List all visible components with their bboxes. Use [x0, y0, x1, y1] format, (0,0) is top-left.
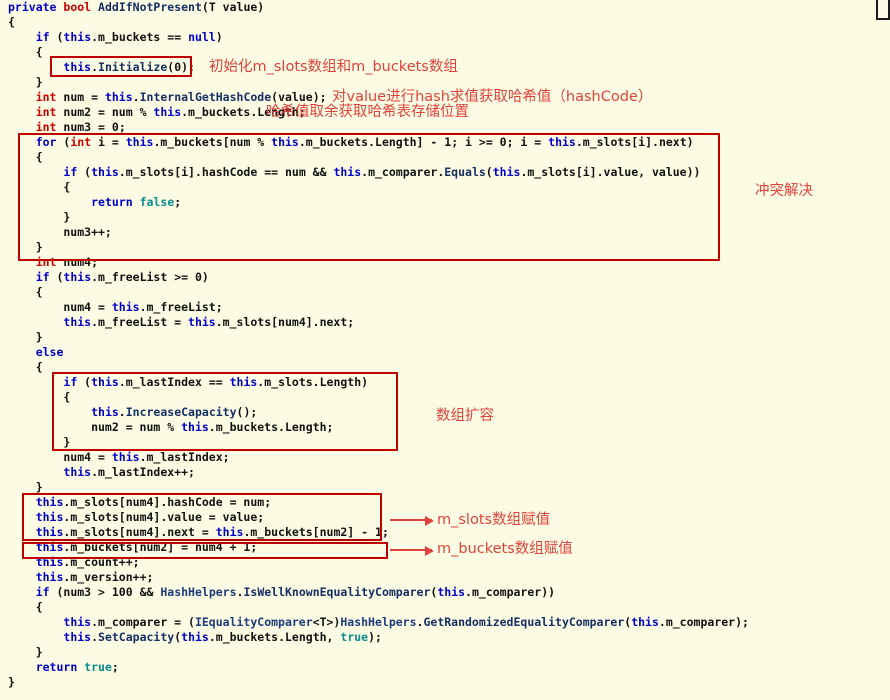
code-line: this.m_freeList = this.m_slots[num4].nex… [63, 315, 355, 329]
code-line: this.m_count++; [35, 555, 140, 569]
arrow-to-slots-assign [390, 516, 434, 526]
code-line: } [8, 480, 43, 494]
code-line: if (this.m_slots[i].hashCode == num && t… [63, 165, 701, 179]
annotation-slots-assign: m_slots数组赋值 [437, 512, 551, 528]
code-line: } [8, 675, 15, 689]
code-line: num4 = this.m_lastIndex; [8, 450, 230, 464]
code-line: } [8, 75, 43, 89]
annotation-modulo: 哈希值取余获取哈希表存储位置 [266, 104, 469, 120]
code-line: if (num3 > 100 && HashHelpers.IsWellKnow… [35, 585, 556, 599]
code-line: return true; [35, 660, 119, 674]
code-line: this.Initialize(0); [63, 60, 196, 74]
code-line: this.m_slots[num4].hashCode = num; [35, 495, 272, 509]
code-line: int num4; [35, 255, 99, 269]
code-line: { [8, 150, 43, 164]
code-line: this.m_slots[num4].next = this.m_buckets… [35, 525, 389, 539]
code-line: if (this.m_buckets == null) [35, 30, 223, 44]
code-editor-surface[interactable]: private bool AddIfNotPresent(T value) { … [0, 0, 890, 700]
code-line: { [8, 45, 43, 59]
annotation-hashcode: 对value进行hash求值获取哈希值（hashCode） [332, 89, 653, 105]
code-line: this.IncreaseCapacity(); [91, 405, 258, 419]
code-line: int num3 = 0; [35, 120, 126, 134]
code-line: for (int i = this.m_buckets[num % this.m… [35, 135, 694, 149]
code-line: this.m_lastIndex++; [63, 465, 195, 479]
arrow-to-buckets-assign [390, 546, 434, 556]
code-line: this.m_version++; [35, 570, 154, 584]
code-line: num4 = this.m_freeList; [8, 300, 223, 314]
code-line: } [8, 210, 71, 224]
code-line: } [8, 435, 71, 449]
code-line: { [8, 15, 15, 29]
code-line: else [35, 345, 64, 359]
scrollbar-corner-artifact [876, 0, 890, 20]
code-line: this.SetCapacity(this.m_buckets.Length, … [63, 630, 382, 644]
code-line: this.m_buckets[num2] = num4 + 1; [35, 540, 258, 554]
annotation-expand: 数组扩容 [436, 408, 494, 424]
code-line: num3++; [8, 225, 112, 239]
annotation-initialize: 初始化m_slots数组和m_buckets数组 [209, 59, 458, 75]
code-line: } [8, 240, 43, 254]
code-line: } [8, 645, 43, 659]
code-line: int num2 = num % this.m_buckets.Length; [35, 105, 306, 119]
code-line: private bool AddIfNotPresent(T value) [8, 0, 265, 14]
code-line: this.m_comparer = (IEqualityComparer<T>)… [63, 615, 749, 629]
code-line: { [8, 360, 43, 374]
code-line: return false; [91, 195, 182, 209]
code-line: } [8, 330, 43, 344]
annotation-collision: 冲突解决 [755, 183, 813, 199]
annotation-buckets-assign: m_buckets数组赋值 [437, 541, 573, 557]
code-line: { [8, 600, 43, 614]
code-line: { [8, 180, 71, 194]
code-line: this.m_slots[num4].value = value; [35, 510, 265, 524]
code-line: if (this.m_lastIndex == this.m_slots.Len… [63, 375, 369, 389]
code-line: if (this.m_freeList >= 0) [35, 270, 209, 284]
code-line: int num = this.InternalGetHashCode(value… [35, 90, 327, 104]
code-line: { [8, 390, 71, 404]
code-line: { [8, 285, 43, 299]
code-line: num2 = num % this.m_buckets.Length; [8, 420, 334, 434]
